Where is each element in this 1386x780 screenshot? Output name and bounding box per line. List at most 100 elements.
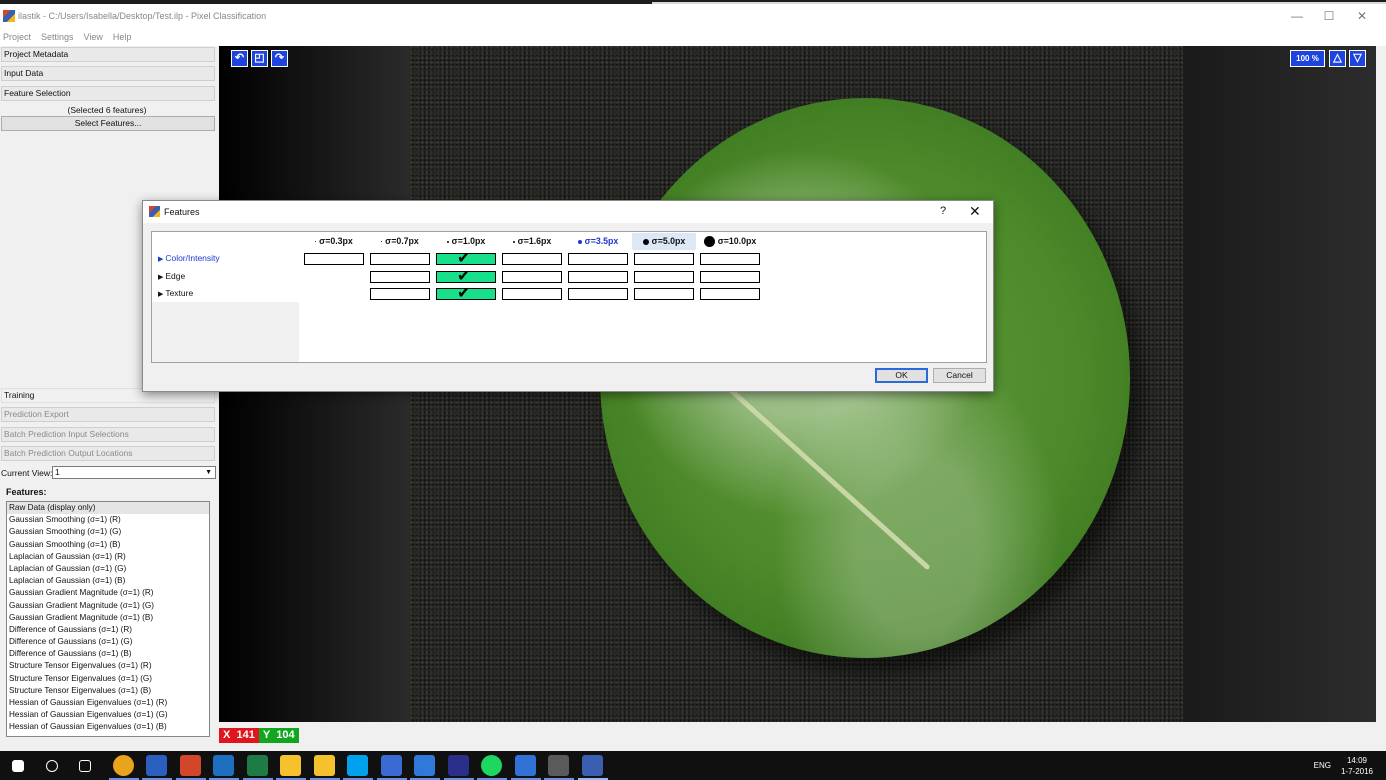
dialog-close-button[interactable]: ✕ — [969, 203, 981, 220]
help-button[interactable]: ? — [940, 205, 946, 217]
feature-checkbox[interactable] — [568, 253, 628, 265]
task-view-icon[interactable] — [79, 760, 91, 772]
scale-header[interactable]: σ=1.6px — [500, 233, 564, 250]
feature-checkbox[interactable] — [436, 283, 496, 303]
feature-list-item[interactable]: Structure Tensor Eigenvalues (σ=1) (B) — [7, 685, 209, 697]
feature-list-item[interactable]: Gaussian Gradient Magnitude (σ=1) (B) — [7, 612, 209, 624]
feature-list-item[interactable]: Hessian of Gaussian Eigenvalues (σ=1) (G… — [7, 709, 209, 721]
feature-checkbox[interactable] — [568, 288, 628, 300]
menu-settings[interactable]: Settings — [41, 32, 74, 42]
zoom-level[interactable]: 100 % — [1290, 50, 1325, 67]
position-readout: X 141 Y 104 — [219, 728, 299, 743]
title-bar: ilastik - C:/Users/Isabella/Desktop/Test… — [0, 4, 1386, 28]
applet-batch-output[interactable]: Batch Prediction Output Locations — [1, 446, 215, 461]
scale-header[interactable]: σ=0.7px — [368, 233, 432, 250]
zoom-in-button[interactable]: △ — [1329, 50, 1346, 67]
feature-checkbox[interactable] — [700, 253, 760, 265]
fit-icon[interactable]: ◰ — [251, 50, 268, 67]
redo-icon[interactable]: ↷ — [271, 50, 288, 67]
feature-checkbox[interactable] — [502, 253, 562, 265]
feature-list-item[interactable]: Laplacian of Gaussian (σ=1) (G) — [7, 563, 209, 575]
feature-checkbox[interactable] — [502, 288, 562, 300]
feature-checkbox[interactable] — [370, 270, 430, 283]
powerpoint-icon[interactable] — [179, 755, 201, 776]
feature-checkbox[interactable] — [502, 270, 562, 283]
feature-checkbox[interactable] — [634, 270, 694, 283]
scale-header[interactable]: σ=0.3px — [302, 233, 366, 250]
photoshop-icon[interactable] — [447, 755, 469, 776]
menu-view[interactable]: View — [84, 32, 103, 42]
outlook-icon[interactable] — [213, 755, 234, 776]
feature-list-item[interactable]: Difference of Gaussians (σ=1) (R) — [7, 624, 209, 636]
cancel-button[interactable]: Cancel — [933, 368, 986, 383]
photos-icon[interactable] — [414, 755, 435, 776]
feature-list-item[interactable]: Gaussian Gradient Magnitude (σ=1) (G) — [7, 600, 209, 612]
window-title: ilastik - C:/Users/Isabella/Desktop/Test… — [18, 11, 267, 21]
applet-batch-input[interactable]: Batch Prediction Input Selections — [1, 427, 215, 442]
feature-list-item[interactable]: Laplacian of Gaussian (σ=1) (B) — [7, 575, 209, 587]
undo-icon[interactable]: ↶ — [231, 50, 248, 67]
feature-group-color-intensity[interactable]: ▶ Color/Intensity — [158, 251, 220, 265]
menu-bar: Project Settings View Help — [0, 28, 1386, 46]
feature-checkbox[interactable] — [634, 253, 694, 265]
clock[interactable]: 14:09 1-7-2016 — [1336, 755, 1378, 777]
zoom-out-button[interactable]: ▽ — [1349, 50, 1366, 67]
feature-list-item[interactable]: Gaussian Smoothing (σ=1) (R) — [7, 514, 209, 526]
minimize-button[interactable]: — — [1280, 8, 1314, 24]
skype-icon[interactable] — [347, 755, 368, 776]
feature-checkbox[interactable] — [370, 288, 430, 300]
file-explorer-icon[interactable] — [280, 755, 301, 776]
scale-header[interactable]: σ=5.0px — [632, 233, 696, 250]
feature-checkbox[interactable] — [700, 288, 760, 300]
search-icon[interactable] — [45, 760, 58, 772]
applet-pane: Project Metadata Input Data Feature Sele… — [0, 46, 217, 751]
select-features-button[interactable]: Select Features... — [1, 116, 215, 131]
feature-list-item[interactable]: Laplacian of Gaussian (σ=1) (R) — [7, 551, 209, 563]
applet-project-metadata[interactable]: Project Metadata — [1, 47, 215, 62]
chrome-icon[interactable] — [112, 755, 134, 776]
selected-features-count: (Selected 6 features) — [67, 105, 147, 115]
word-icon[interactable] — [146, 755, 167, 776]
feature-group-texture[interactable]: ▶ Texture — [158, 286, 193, 300]
applet-input-data[interactable]: Input Data — [1, 66, 215, 81]
language-indicator[interactable]: ENG — [1314, 761, 1331, 770]
feature-group-list: ▶ Color/Intensity ▶ Edge ▶ Texture — [152, 232, 299, 362]
feature-group-edge[interactable]: ▶ Edge — [158, 269, 185, 283]
feature-list-item[interactable]: Difference of Gaussians (σ=1) (G) — [7, 636, 209, 648]
scale-header[interactable]: σ=10.0px — [698, 233, 762, 250]
feature-checkbox[interactable] — [436, 248, 496, 268]
applet-feature-selection[interactable]: Feature Selection — [1, 86, 215, 101]
feature-list-item[interactable]: Hessian of Gaussian Eigenvalues (σ=1) (B… — [7, 721, 209, 733]
current-view-select[interactable]: 1 ▼ — [52, 466, 216, 479]
feature-checkbox[interactable] — [700, 270, 760, 283]
menu-project[interactable]: Project — [3, 32, 31, 42]
feature-checkbox[interactable] — [634, 288, 694, 300]
feature-list-item[interactable]: Structure Tensor Eigenvalues (σ=1) (G) — [7, 673, 209, 685]
feature-list-item[interactable]: Hessian of Gaussian Eigenvalues (σ=1) (R… — [7, 697, 209, 709]
folder-icon[interactable] — [313, 755, 335, 776]
feature-list-item[interactable]: Gaussian Smoothing (σ=1) (G) — [7, 526, 209, 538]
feature-checkbox[interactable] — [568, 270, 628, 283]
feature-list-item[interactable]: Difference of Gaussians (σ=1) (B) — [7, 648, 209, 660]
window-app-icon[interactable] — [514, 755, 536, 776]
ilastik-icon[interactable] — [581, 755, 603, 776]
feature-list-item[interactable]: Structure Tensor Eigenvalues (σ=1) (R) — [7, 660, 209, 672]
excel-icon[interactable] — [246, 755, 268, 776]
feature-list-item[interactable]: Gaussian Gradient Magnitude (σ=1) (R) — [7, 587, 209, 599]
close-button[interactable]: ✕ — [1345, 8, 1379, 24]
ok-button[interactable]: OK — [875, 368, 928, 383]
feature-checkbox[interactable] — [304, 253, 364, 265]
feature-checkbox[interactable] — [436, 266, 496, 286]
start-icon[interactable] — [12, 760, 24, 772]
spotify-icon[interactable] — [481, 755, 502, 776]
menu-help[interactable]: Help — [113, 32, 132, 42]
feature-checkbox[interactable] — [370, 253, 430, 265]
terminal-icon[interactable] — [548, 755, 569, 776]
maximize-button[interactable]: ☐ — [1312, 8, 1346, 24]
features-list[interactable]: Raw Data (display only) Gaussian Smoothin… — [6, 501, 210, 737]
feature-list-item[interactable]: Raw Data (display only) — [7, 502, 209, 515]
keyboard-app-icon[interactable] — [380, 755, 402, 776]
scale-header[interactable]: σ=3.5px — [566, 233, 630, 250]
feature-list-item[interactable]: Gaussian Smoothing (σ=1) (B) — [7, 539, 209, 551]
applet-prediction-export[interactable]: Prediction Export — [1, 407, 215, 422]
